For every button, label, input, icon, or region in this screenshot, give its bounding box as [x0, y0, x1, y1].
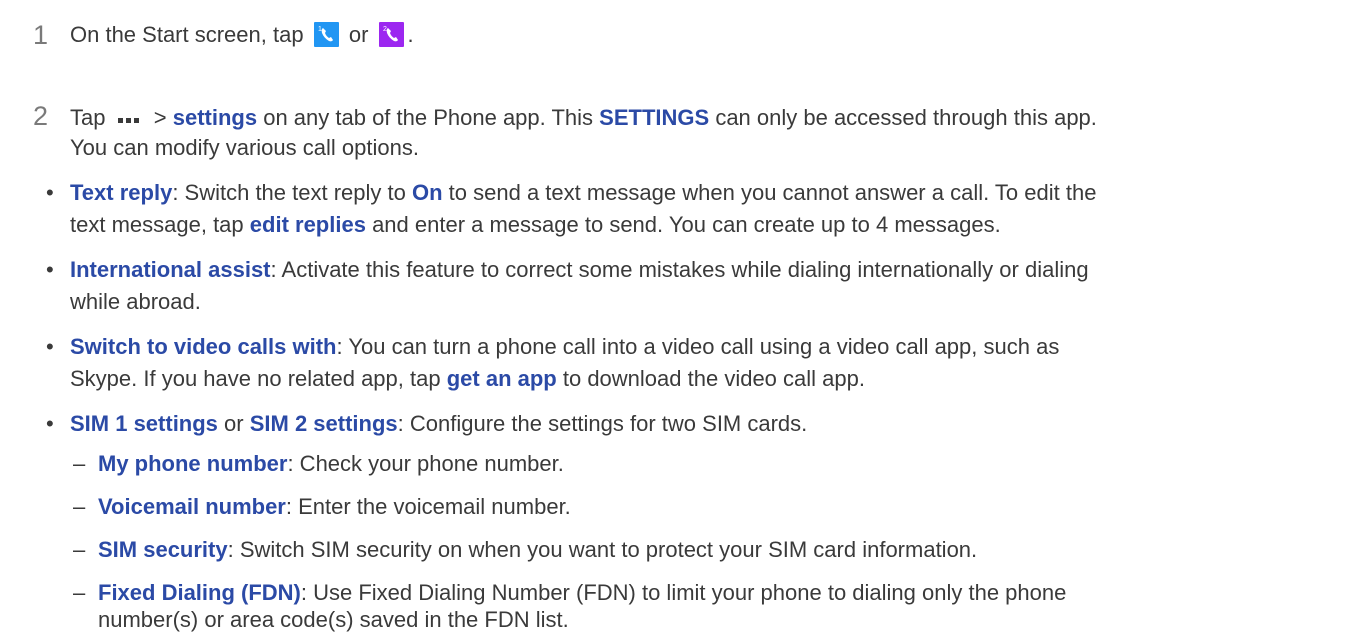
sub-item-text: number(s) or area code(s) saved in the F… [98, 607, 569, 632]
step-number: 2 [33, 101, 49, 131]
dash: – [73, 580, 86, 605]
bullet: • [46, 334, 54, 359]
step-text-part: or [348, 22, 369, 47]
step-text-part: > [153, 105, 167, 130]
sim2-phone-icon: 2 [378, 22, 404, 47]
bullet-text: SIM 1 settings or SIM 2 settings: Config… [70, 408, 807, 440]
term-label: SIM security [98, 537, 228, 562]
text-part: and enter a message to send. You can cre… [372, 212, 1001, 237]
text-part: : Configure the settings for two SIM car… [397, 411, 808, 436]
bullet: • [46, 257, 54, 282]
dash: – [73, 451, 86, 476]
text-part: : Use Fixed Dialing Number (FDN) to limi… [300, 580, 1067, 605]
bullet-text: Skype. If you have no related app, tap g… [70, 363, 865, 395]
text-part: : You can turn a phone call into a video… [336, 334, 1060, 359]
text-part: : Switch the text reply to [172, 180, 406, 205]
term-label: Switch to video calls with [70, 334, 337, 359]
step-text-part: On the Start screen, tap [70, 22, 304, 47]
step-text: On the Start screen, tap 1 or 2 . [70, 19, 414, 51]
term-label: International assist [70, 257, 271, 282]
term-get-app: get an app [446, 366, 557, 391]
sim1-phone-icon: 1 [313, 22, 339, 47]
bullet: • [46, 180, 54, 205]
step-text: You can modify various call options. [70, 135, 419, 160]
text-part: : Enter the voicemail number. [285, 494, 571, 519]
text-part: text message, tap [70, 212, 244, 237]
term-on: On [411, 180, 443, 205]
text-part: : Check your phone number. [287, 451, 564, 476]
sub-item-text: Voicemail number: Enter the voicemail nu… [98, 491, 571, 523]
manual-page: 1 On the Start screen, tap 1 or 2 . 2 Ta… [0, 0, 1370, 632]
text-part: or [224, 411, 244, 436]
sub-item-text: SIM security: Switch SIM security on whe… [98, 534, 977, 566]
step-text-part: . [407, 22, 414, 47]
step-text-part: Tap [70, 105, 106, 130]
text-part: : Activate this feature to correct some … [270, 257, 1089, 282]
dash: – [73, 537, 86, 562]
term-sim1: SIM 1 settings [70, 411, 218, 436]
text-part: : Switch SIM security on when you want t… [227, 537, 978, 562]
term-label: Fixed Dialing (FDN) [98, 580, 301, 605]
bullet-text: while abroad. [70, 289, 201, 314]
svg-text:2: 2 [383, 26, 387, 33]
term-label: My phone number [98, 451, 288, 476]
step-text: Tap > settings on any tab of the Phone a… [70, 100, 1097, 134]
term-label: Text reply [70, 180, 173, 205]
step-text-part: on any tab of the Phone app. This [263, 105, 594, 130]
text-part: Skype. If you have no related app, tap [70, 366, 441, 391]
term-label: Voicemail number [98, 494, 286, 519]
text-part: to send a text message when you cannot a… [448, 180, 1097, 205]
step-text-part: can only be accessed through this app. [715, 105, 1097, 130]
settings-term: settings [172, 105, 258, 130]
term-edit-replies: edit replies [249, 212, 366, 237]
bullet-text: Text reply: Switch the text reply to On … [70, 177, 1096, 209]
bullet: • [46, 411, 54, 436]
bullet-text: text message, tap edit replies and enter… [70, 209, 1001, 241]
term-sim2: SIM 2 settings [249, 411, 398, 436]
sub-item-text: My phone number: Check your phone number… [98, 448, 564, 480]
bullet-text: International assist: Activate this feat… [70, 254, 1089, 286]
bullet-text: Switch to video calls with: You can turn… [70, 331, 1059, 363]
settings-caps-term: SETTINGS [599, 105, 710, 130]
text-part: to download the video call app. [562, 366, 865, 391]
step-number: 1 [33, 20, 49, 50]
svg-text:1: 1 [318, 26, 322, 33]
more-dots-icon [117, 100, 142, 132]
dash: – [73, 494, 86, 519]
